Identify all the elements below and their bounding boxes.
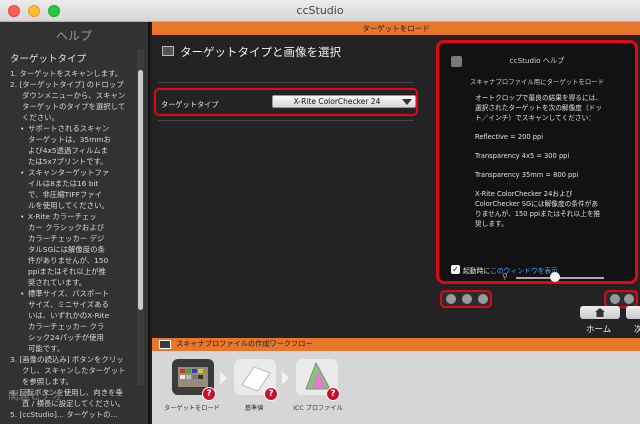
dialog-item: Transparency 35mm = 800 ppi <box>475 171 579 179</box>
workflow-title: スキャナプロファイルの作成ワークフロー <box>176 339 313 348</box>
help-line: サイズ、ミニサイズある <box>28 300 109 309</box>
dialog-title: ccStudio ヘルプ <box>509 56 565 65</box>
help-line: カラーチェッカー デジ <box>28 234 105 243</box>
target-type-value: X-Rite ColorChecker 24 <box>293 97 381 106</box>
help-line: カー クラシックおよび <box>28 223 105 232</box>
dialog-item: X-Rite ColorChecker 24およびColorChecker SG… <box>475 190 601 228</box>
workflow-icon <box>159 340 171 349</box>
dialog-item: Reflective = 200 ppi <box>475 133 544 141</box>
next-button[interactable] <box>626 306 640 319</box>
dialog-item: Transparency 4x5 = 300 ppi <box>475 152 570 160</box>
help-line: クし、スキャンしたターゲット <box>22 366 126 375</box>
help-scrollbar-thumb[interactable] <box>138 70 143 310</box>
workflow-banner: スキャナプロファイルの作成ワークフロー <box>152 338 640 351</box>
workflow-arrow-icon <box>220 371 227 385</box>
zoom-icon: ⚲ <box>502 272 508 281</box>
bullet-icon: • <box>20 168 25 177</box>
help-line: 奨されています。 <box>28 278 87 287</box>
help-topic-title: ターゲットタイプ <box>10 54 87 65</box>
help-heading: ヘルプ <box>55 29 92 43</box>
help-line: イルは8または16 bit <box>28 179 99 188</box>
target-type-select[interactable]: X-Rite ColorChecker 24 <box>272 95 416 108</box>
step-banner: ターゲットをロード <box>152 22 640 35</box>
next-label: 次 <box>634 325 640 335</box>
help-line: • X-Rite カラーチェッ <box>20 212 97 221</box>
dialog-subtitle: スキャナプロファイル用にターゲットをロード <box>469 78 605 86</box>
home-button[interactable] <box>580 306 620 319</box>
help-line: 3. [画像の読込み] ボタンをクリッ <box>10 355 124 364</box>
workflow-step-label: ターゲットをロード <box>164 405 220 412</box>
workflow-step-label: 基準値 <box>244 405 264 412</box>
home-label: ホーム <box>586 325 612 335</box>
show-on-startup-label[interactable]: 起動時にこのウィンドウを表示 <box>463 265 558 275</box>
help-line: • 標準サイズ、パスポート <box>20 289 110 298</box>
window-title: ccStudio <box>296 4 344 17</box>
help-line: を参照します。 <box>22 377 73 386</box>
window-titlebar: ccStudio <box>0 0 640 22</box>
help-line: よび4x5透過フィルムま <box>28 146 108 155</box>
zoom-slider[interactable] <box>516 277 604 279</box>
help-line: 可能です。 <box>28 344 65 353</box>
help-line: • サポートされるスキャン <box>20 124 110 133</box>
help-line: たは5x7プリントです。 <box>28 157 108 166</box>
pick-icon[interactable] <box>478 294 488 304</box>
rotate-left-icon[interactable] <box>610 294 620 304</box>
bullet-icon: • <box>20 212 25 221</box>
help-line: シック24パッチが使用 <box>28 333 104 342</box>
related-video-heading[interactable]: 関連ビデオ <box>8 387 63 403</box>
help-line: タルSGには解像度の条 <box>28 245 105 254</box>
bullet-icon: • <box>20 289 25 298</box>
dialog-intro: オートクロップで最良の結果を得るには、選択されたターゲットを次の解像度（ドット／… <box>475 94 603 122</box>
help-line: ターゲットのタイプを選択して <box>22 102 126 111</box>
help-line: 5. [ccStudio]... ターゲットの... <box>10 410 118 419</box>
help-badge-icon[interactable]: ? <box>326 387 340 401</box>
bullet-icon: • <box>20 124 25 133</box>
zoom-slider-knob[interactable] <box>550 272 560 282</box>
workflow-step-load-target[interactable]: ? <box>170 359 216 403</box>
help-line: • スキャンターゲットファ <box>20 168 110 177</box>
step-banner-label: ターゲットをロード <box>362 24 430 33</box>
help-line: 1. ターゲットをスキャンします。 <box>10 69 123 78</box>
help-dialog: ccStudio ヘルプ スキャナプロファイル用にターゲットをロード オートクロ… <box>436 40 638 284</box>
rotate-right-icon[interactable] <box>624 294 634 304</box>
workflow-step-reference[interactable]: ? <box>232 359 278 403</box>
image-tools-group <box>440 290 492 308</box>
chevron-down-icon <box>402 99 412 105</box>
help-line: ください。 <box>22 113 59 122</box>
step-title: ターゲットタイプと画像を選択 <box>180 45 341 59</box>
load-image-icon[interactable] <box>446 294 456 304</box>
target-type-row: ターゲットタイプ X-Rite ColorChecker 24 <box>154 88 418 116</box>
home-icon <box>595 308 605 317</box>
help-scrollbar[interactable] <box>137 50 144 385</box>
help-line: 2. [ターゲットタイプ] のドロップ <box>10 80 124 89</box>
help-panel: ヘルプ ターゲットタイプ 1. ターゲットをスキャンします。 2. [ターゲットタ… <box>0 22 150 424</box>
workflow-arrow-icon <box>282 371 289 385</box>
help-line: カラーチェッカー クラ <box>28 322 105 331</box>
help-instructions: 1. ターゲットをスキャンします。 2. [ターゲットタイプ] のドロップダウンメ… <box>10 68 134 420</box>
divider <box>158 120 414 121</box>
target-image-icon <box>162 46 174 56</box>
target-type-label: ターゲットタイプ <box>161 100 219 109</box>
help-line: ダウンメニューから、スキャン <box>22 91 126 100</box>
crop-icon[interactable] <box>462 294 472 304</box>
help-badge-icon[interactable]: ? <box>202 387 216 401</box>
help-line: 件がありませんが、150 <box>28 256 109 265</box>
workflow-steps: ? ターゲットをロード ? 基準値 ? ICC プロファイル <box>152 351 640 424</box>
help-line: ルを使用してください。 <box>28 201 109 210</box>
workflow-step-label: ICC プロファイル <box>293 405 343 412</box>
workflow-step-icc-profile[interactable]: ? <box>294 359 340 403</box>
help-line: で、非圧縮TIFFファイ <box>28 190 103 199</box>
help-line: ターゲットは、35mmお <box>28 135 111 144</box>
help-line: ppiまたはそれ以上が推 <box>28 267 106 276</box>
main-area: ターゲットをロード ターゲットタイプと画像を選択 ターゲットタイプ X-Rite… <box>152 22 640 424</box>
help-badge-icon[interactable]: ? <box>264 387 278 401</box>
divider <box>158 82 414 83</box>
show-on-startup-checkbox[interactable]: ✓ <box>451 265 460 274</box>
help-line: いは、いずれかのX-Rite <box>28 311 110 320</box>
dialog-body: オートクロップで最良の結果を得るには、選択されたターゲットを次の解像度（ドット／… <box>475 93 603 233</box>
